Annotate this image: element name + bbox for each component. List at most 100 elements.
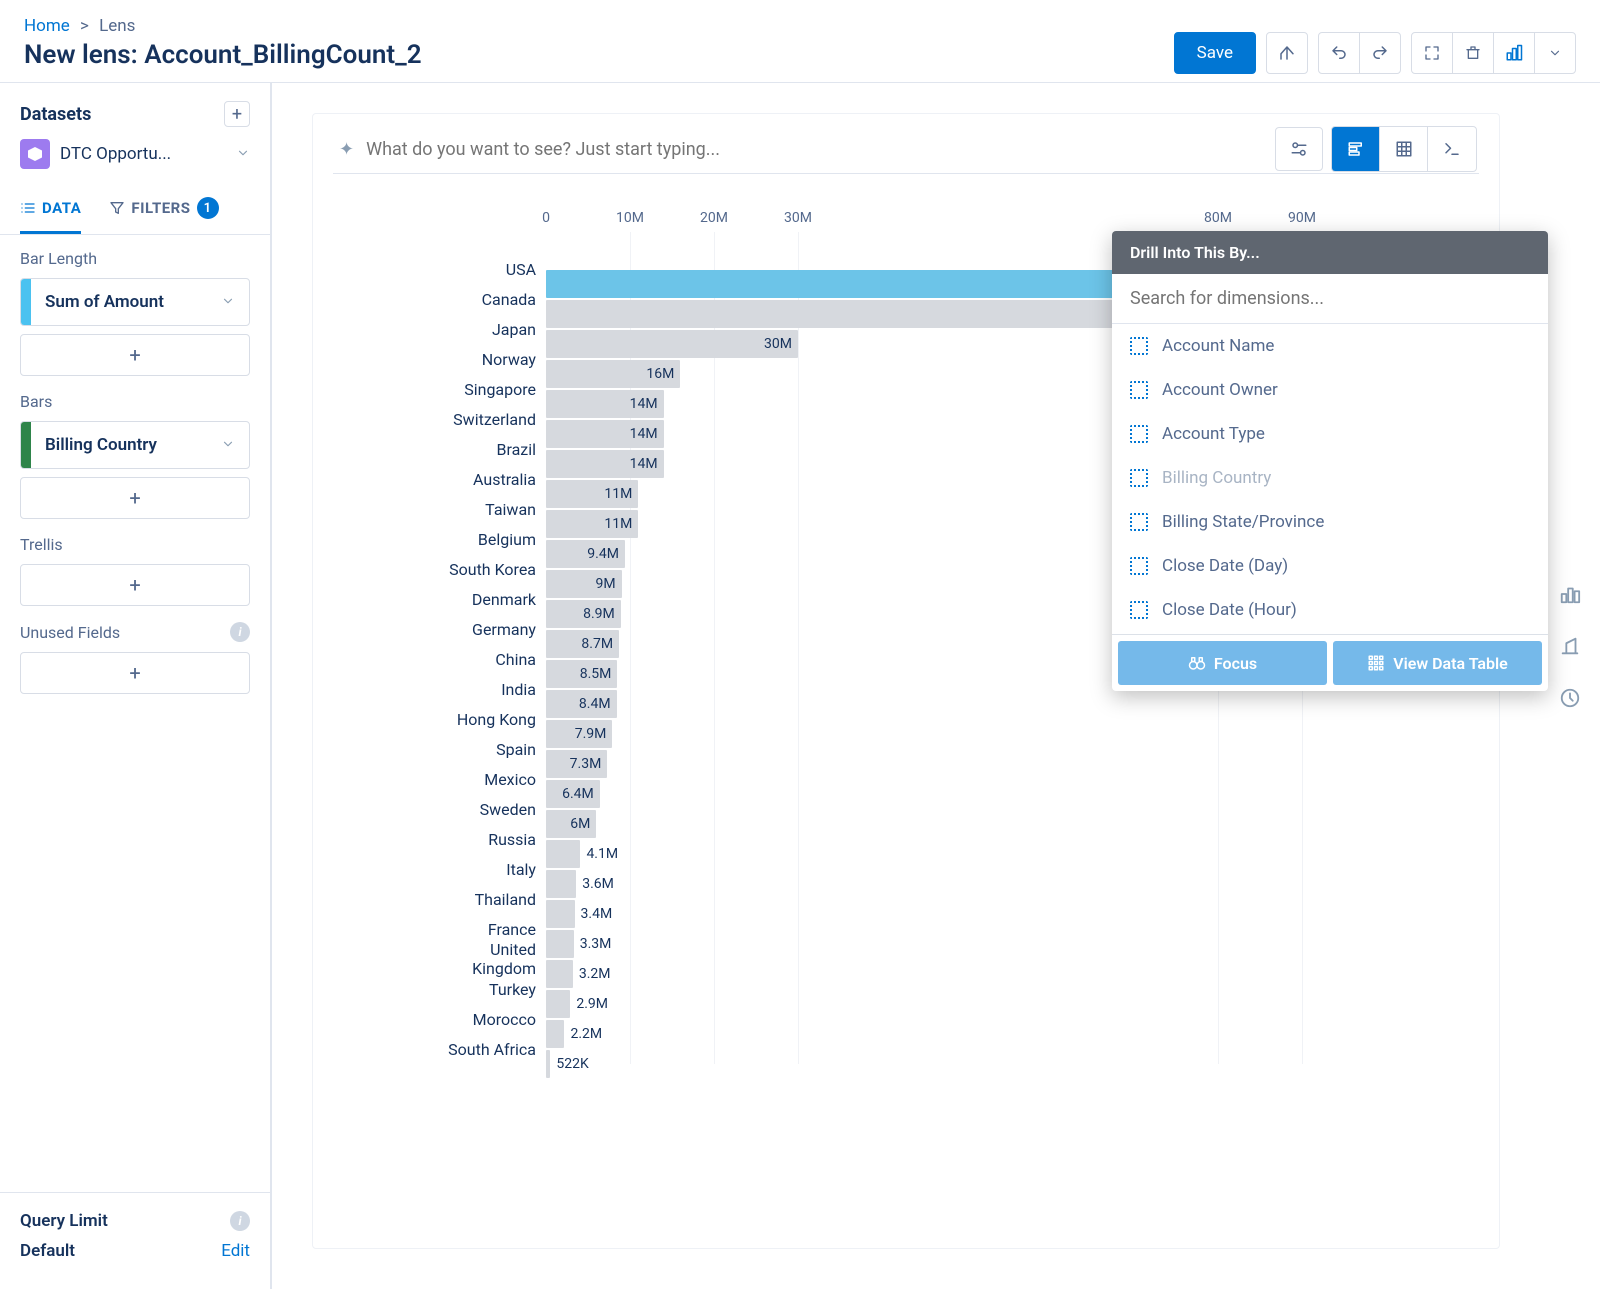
add-trellis[interactable]: + bbox=[20, 564, 250, 606]
header-actions: Save bbox=[1174, 32, 1576, 74]
bar[interactable]: 9.4M bbox=[546, 540, 625, 568]
bar-length-field[interactable]: Sum of Amount bbox=[20, 278, 250, 326]
undo-button[interactable] bbox=[1318, 32, 1360, 74]
add-bar-length[interactable]: + bbox=[20, 334, 250, 376]
breadcrumb-leaf[interactable]: Lens bbox=[99, 16, 135, 36]
bar[interactable]: 30M bbox=[546, 330, 798, 358]
chart-row-label: South Korea bbox=[426, 560, 546, 579]
bar[interactable]: 4.1M bbox=[546, 840, 580, 868]
dimension-item[interactable]: Account Name bbox=[1112, 324, 1548, 368]
bar-value: 3.2M bbox=[579, 966, 611, 982]
drag-handle[interactable] bbox=[21, 279, 31, 325]
info-icon[interactable]: i bbox=[230, 622, 250, 642]
mode-saql[interactable] bbox=[1428, 127, 1476, 171]
chevron-down-icon[interactable] bbox=[207, 293, 249, 312]
dimension-item[interactable]: Account Type bbox=[1112, 412, 1548, 456]
chart-row-label: Norway bbox=[426, 350, 546, 369]
chart-row-label: Russia bbox=[426, 830, 546, 849]
dimension-label: Billing State/Province bbox=[1162, 512, 1324, 532]
tab-filters[interactable]: FILTERS 1 bbox=[109, 185, 218, 234]
chart-row-label: Thailand bbox=[426, 890, 546, 909]
chart-row-label: Germany bbox=[426, 620, 546, 639]
tab-data[interactable]: DATA bbox=[20, 185, 81, 234]
bar-value: 2.9M bbox=[576, 996, 608, 1012]
dimension-label: Account Owner bbox=[1162, 380, 1278, 400]
dimension-label: Close Date (Day) bbox=[1162, 556, 1288, 576]
add-bars[interactable]: + bbox=[20, 477, 250, 519]
bar[interactable]: 522K bbox=[546, 1050, 550, 1078]
add-unused[interactable]: + bbox=[20, 652, 250, 694]
bar[interactable]: 2.2M bbox=[546, 1020, 564, 1048]
bar[interactable]: 9M bbox=[546, 570, 622, 598]
section-unused: Unused Fields i + bbox=[0, 608, 270, 696]
bar[interactable]: 3.4M bbox=[546, 900, 575, 928]
bar[interactable]: 14M bbox=[546, 450, 664, 478]
bar-chart-icon bbox=[1505, 44, 1523, 62]
bar[interactable]: 7.3M bbox=[546, 750, 607, 778]
bar[interactable]: 6.4M bbox=[546, 780, 600, 808]
view-data-table-button[interactable]: View Data Table bbox=[1333, 641, 1542, 685]
mode-chart[interactable] bbox=[1332, 127, 1380, 171]
focus-button[interactable]: Focus bbox=[1118, 641, 1327, 685]
dimension-item[interactable]: Close Date (Hour) bbox=[1112, 588, 1548, 632]
bar[interactable]: 3.6M bbox=[546, 870, 576, 898]
dimension-list: Account NameAccount OwnerAccount TypeBil… bbox=[1112, 324, 1548, 634]
breadcrumb-home[interactable]: Home bbox=[24, 16, 70, 36]
rail-chart-icon[interactable] bbox=[1559, 583, 1581, 605]
dimension-item[interactable]: Billing Country bbox=[1112, 456, 1548, 500]
bar[interactable]: 3.2M bbox=[546, 960, 573, 988]
dimension-item[interactable]: Billing State/Province bbox=[1112, 500, 1548, 544]
axis-tick: 10M bbox=[616, 210, 644, 226]
bar[interactable]: 8.7M bbox=[546, 630, 619, 658]
bar[interactable]: 2.9M bbox=[546, 990, 570, 1018]
bars-field[interactable]: Billing Country bbox=[20, 421, 250, 469]
chevron-down-icon[interactable] bbox=[207, 436, 249, 455]
dimension-label: Account Name bbox=[1162, 336, 1274, 356]
chart-row-label: Switzerland bbox=[426, 410, 546, 429]
bar[interactable]: 14M bbox=[546, 420, 664, 448]
popover-title: Drill Into This By... bbox=[1112, 231, 1548, 274]
bar-value: 16M bbox=[646, 366, 674, 382]
info-icon[interactable]: i bbox=[230, 1211, 250, 1231]
bar[interactable]: 16M bbox=[546, 360, 680, 388]
bar[interactable]: 7.9M bbox=[546, 720, 612, 748]
chart-row-label: Denmark bbox=[426, 590, 546, 609]
share-button[interactable] bbox=[1266, 32, 1308, 74]
bar-value: 8.5M bbox=[580, 666, 612, 682]
dimension-icon bbox=[1130, 557, 1148, 575]
dimension-search[interactable] bbox=[1112, 274, 1548, 324]
save-button[interactable]: Save bbox=[1174, 32, 1256, 74]
chart-row-label: India bbox=[426, 680, 546, 699]
clip-button[interactable] bbox=[1452, 32, 1494, 74]
rail-history-icon[interactable] bbox=[1559, 687, 1581, 709]
bar[interactable]: 8.4M bbox=[546, 690, 617, 718]
fullscreen-button[interactable] bbox=[1411, 32, 1453, 74]
add-dataset-button[interactable]: + bbox=[224, 101, 250, 127]
dimension-item[interactable]: Account Owner bbox=[1112, 368, 1548, 412]
chart-row-label: Italy bbox=[426, 860, 546, 879]
undo-redo-group bbox=[1318, 32, 1401, 74]
mode-table[interactable] bbox=[1380, 127, 1428, 171]
view-toggles bbox=[1275, 126, 1477, 172]
suggestions-button[interactable] bbox=[1275, 127, 1323, 171]
bar[interactable]: 14M bbox=[546, 390, 664, 418]
bar-value: 11M bbox=[604, 486, 632, 502]
rail-format-icon[interactable] bbox=[1559, 635, 1581, 657]
chart-row-label: Hong Kong bbox=[426, 710, 546, 729]
sidebar-footer: Query Limit i Default Edit bbox=[0, 1192, 270, 1289]
dimension-item[interactable]: Close Date (Day) bbox=[1112, 544, 1548, 588]
app-header: Home > Lens New lens: Account_BillingCou… bbox=[0, 0, 1600, 83]
bar[interactable]: 6M bbox=[546, 810, 596, 838]
bar[interactable]: 11M bbox=[546, 480, 638, 508]
bar[interactable]: 8.5M bbox=[546, 660, 617, 688]
dataset-row[interactable]: DTC Opportu... bbox=[0, 139, 270, 185]
trellis-label: Trellis bbox=[20, 535, 250, 554]
bar[interactable]: 3.3M bbox=[546, 930, 574, 958]
bar[interactable]: 11M bbox=[546, 510, 638, 538]
chart-type-button[interactable] bbox=[1493, 32, 1535, 74]
drag-handle[interactable] bbox=[21, 422, 31, 468]
bar[interactable]: 8.9M bbox=[546, 600, 621, 628]
redo-button[interactable] bbox=[1359, 32, 1401, 74]
chart-type-dropdown[interactable] bbox=[1534, 32, 1576, 74]
edit-query-limit[interactable]: Edit bbox=[221, 1241, 250, 1261]
